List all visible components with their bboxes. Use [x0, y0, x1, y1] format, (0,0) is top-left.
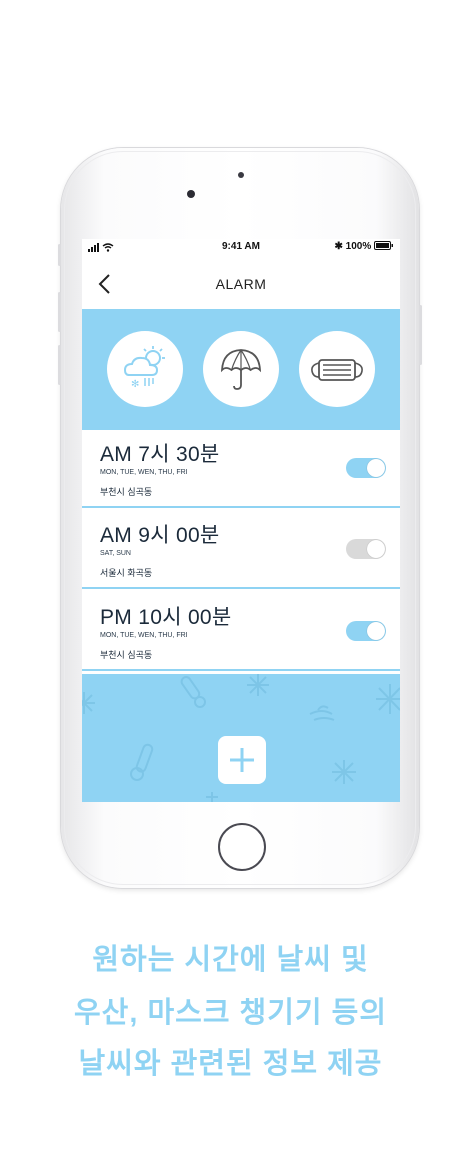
alarm-location: 부천시 심곡동: [100, 487, 153, 497]
status-right: ✱ 100%: [334, 241, 394, 252]
phone-camera: [187, 190, 195, 198]
side-button-left-1: [58, 244, 61, 266]
plus-icon: [230, 748, 254, 772]
status-bar: 9:41 AM ✱ 100%: [82, 239, 400, 255]
mask-button[interactable]: [299, 331, 375, 407]
alarm-item[interactable]: AM 7시 30분 MON, TUE, WEN, THU, FRI 부천시 심곡…: [82, 430, 400, 508]
alarm-toggle[interactable]: [346, 621, 386, 641]
side-button-left-2: [58, 292, 61, 332]
phone-sensor: [238, 172, 244, 178]
alarm-time: AM 9시 00분: [100, 524, 220, 547]
home-button[interactable]: [218, 823, 266, 871]
alarm-time: AM 7시 30분: [100, 443, 220, 466]
svg-text:✻: ✻: [131, 379, 139, 390]
add-alarm-button[interactable]: [218, 736, 266, 784]
battery-icon: [374, 241, 393, 250]
alarm-days: MON, TUE, WEN, THU, FRI: [100, 632, 188, 639]
weather-cloud-sun-snow-icon: ✻: [123, 346, 165, 390]
caption-line-3: 날씨와 관련된 정보 제공: [78, 1048, 383, 1080]
caption-line-2: 우산, 마스크 챙기기 등의: [73, 997, 388, 1029]
alarm-location: 서울시 화곡동: [100, 568, 153, 578]
alarm-days: MON, TUE, WEN, THU, FRI: [100, 469, 188, 476]
side-button-left-3: [58, 345, 61, 385]
toggle-knob: [367, 459, 385, 477]
toggle-knob: [367, 622, 385, 640]
bottom-weather-pattern: [82, 674, 400, 802]
alarm-toggle[interactable]: [346, 539, 386, 559]
caption-line-1: 원하는 시간에 날씨 및: [92, 944, 369, 976]
weather-icon-band: ✻: [82, 309, 400, 430]
battery-percent: 100%: [345, 241, 372, 252]
mask-icon: [311, 359, 363, 381]
alarm-item[interactable]: PM 10시 00분 MON, TUE, WEN, THU, FRI 부천시 심…: [82, 593, 400, 671]
bluetooth-icon: ✱: [334, 241, 343, 252]
weather-button[interactable]: ✻: [107, 331, 183, 407]
toggle-knob: [367, 540, 385, 558]
nav-bar: ALARM: [82, 265, 400, 301]
page-title: ALARM: [215, 276, 267, 292]
alarm-days: SAT, SUN: [100, 550, 131, 557]
app-screen: 9:41 AM ✱ 100% ALARM ✻ AM 7시 30분 MON, TU…: [82, 239, 400, 802]
alarm-item[interactable]: AM 9시 00분 SAT, SUN 서울시 화곡동: [82, 511, 400, 589]
alarm-location: 부천시 심곡동: [100, 650, 153, 660]
alarm-time: PM 10시 00분: [100, 606, 232, 629]
umbrella-icon: [220, 349, 262, 390]
umbrella-button[interactable]: [203, 331, 279, 407]
alarm-toggle[interactable]: [346, 458, 386, 478]
side-button-right: [419, 305, 422, 365]
